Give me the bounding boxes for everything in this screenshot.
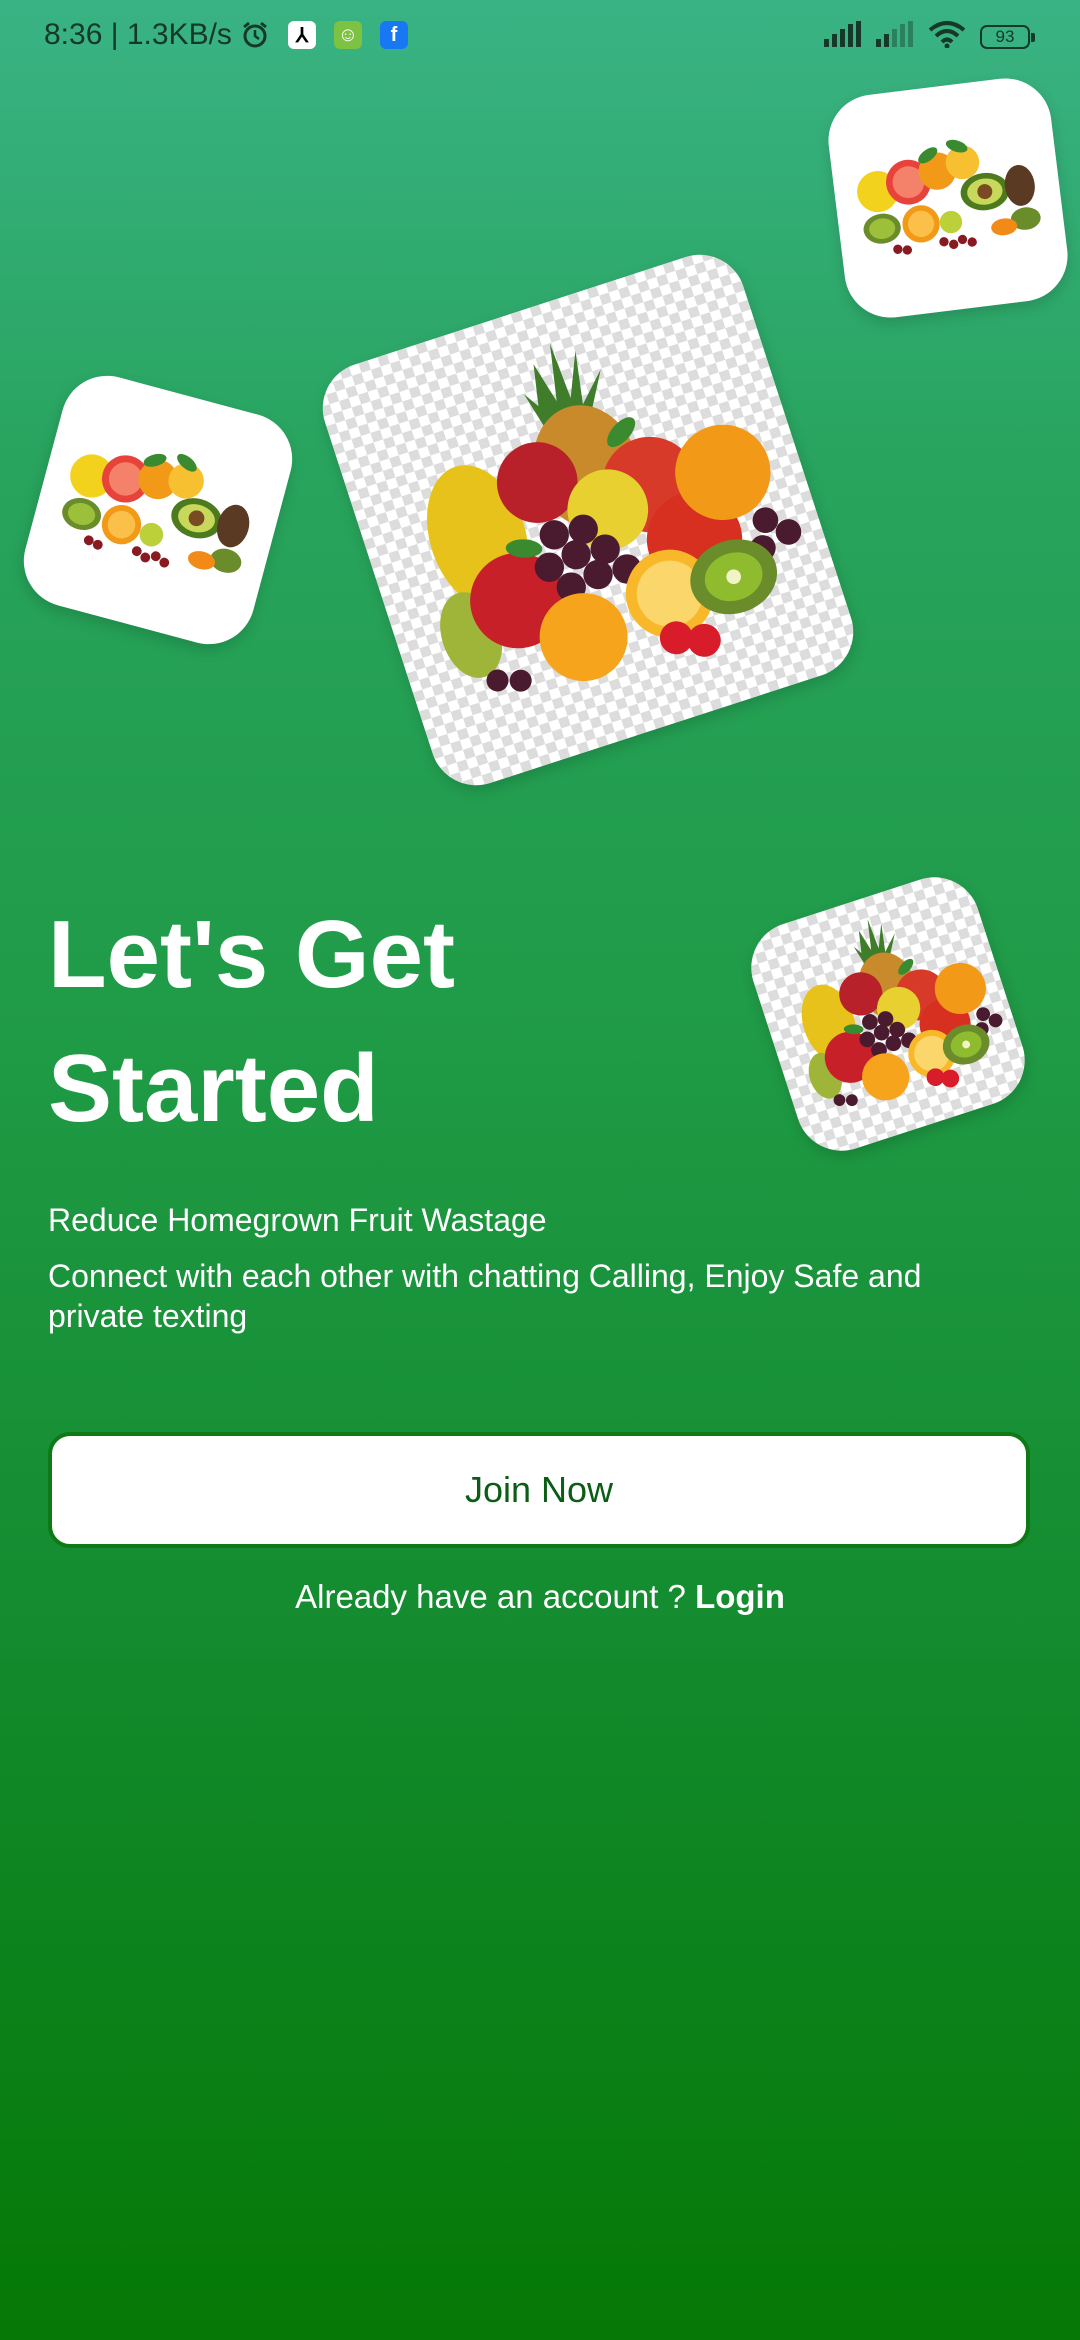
join-now-button[interactable]: Join Now [48, 1432, 1030, 1548]
fruit-pile-icon [851, 127, 1044, 260]
login-prompt: Already have an account ? Login [0, 1578, 1080, 1616]
fruit-image-top-right [823, 73, 1073, 323]
wifi-icon [928, 20, 966, 53]
signal-icon [876, 21, 914, 52]
fruit-pile-icon [768, 889, 1018, 1129]
facebook-icon: f [379, 21, 408, 49]
status-bar: 8:36 | 1.3KB/s ⅄ ☺ f 93 [0, 0, 1080, 76]
page-title-line2: Started [48, 1035, 379, 1142]
android-icon: ☺ [333, 21, 362, 49]
status-bar-left: 8:36 | 1.3KB/s ⅄ ☺ f [44, 18, 408, 52]
signal-icon [824, 21, 862, 52]
fruit-pile-icon [365, 287, 830, 734]
battery-icon: 93 [980, 24, 1035, 49]
login-prompt-text: Already have an account ? [295, 1578, 686, 1615]
page-title: Let's Get Started [48, 888, 648, 1156]
battery-level: 93 [995, 26, 1015, 46]
status-bar-right: 93 [824, 20, 1035, 53]
status-time-speed: 8:36 | 1.3KB/s [44, 18, 232, 51]
fruit-image-left [13, 365, 303, 655]
subtitle: Reduce Homegrown Fruit Wastage [48, 1202, 547, 1238]
page-title-line1: Let's Get [48, 901, 455, 1008]
fruit-pile-icon [52, 424, 266, 587]
login-link[interactable]: Login [695, 1578, 785, 1615]
description: Connect with each other with chatting Ca… [48, 1258, 922, 1334]
alarm-icon [240, 20, 270, 50]
fruit-image-mid-right [739, 865, 1037, 1163]
fruit-image-large [310, 242, 866, 798]
app-notification-icon: ⅄ [287, 21, 316, 49]
